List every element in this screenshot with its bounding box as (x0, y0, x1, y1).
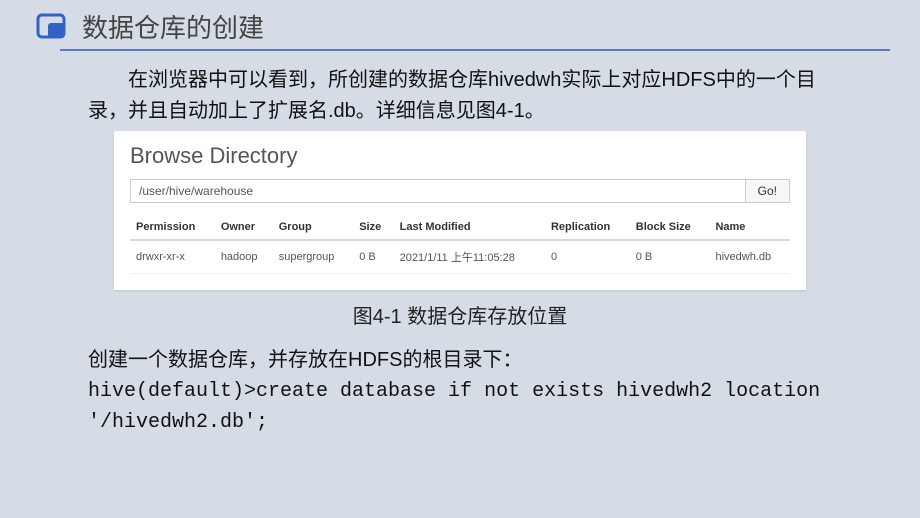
intro-paragraph: 在浏览器中可以看到，所创建的数据仓库hivedwh实际上对应HDFS中的一个目录… (24, 65, 896, 127)
cell-name-link[interactable]: hivedwh.db (709, 240, 790, 274)
cell-permission: drwxr-xr-x (130, 240, 215, 274)
table-header-row: Permission Owner Group Size Last Modifie… (130, 215, 790, 240)
cell-owner: hadoop (215, 240, 273, 274)
col-owner: Owner (215, 215, 273, 240)
create-db-intro: 创建一个数据仓库，并存放在HDFS的根目录下： (24, 345, 896, 376)
col-permission: Permission (130, 215, 215, 240)
go-button[interactable]: Go! (746, 179, 790, 203)
slide: 数据仓库的创建 在浏览器中可以看到，所创建的数据仓库hivedwh实际上对应HD… (0, 0, 920, 438)
title-row: 数据仓库的创建 (34, 8, 896, 45)
col-group: Group (273, 215, 353, 240)
figure-caption: 图4-1 数据仓库存放位置 (24, 300, 896, 329)
col-size: Size (353, 215, 393, 240)
cell-block-size: 0 B (630, 240, 710, 274)
cell-group: supergroup (273, 240, 353, 274)
hive-command: hive(default)>create database if not exi… (24, 376, 896, 438)
cell-size: 0 B (353, 240, 393, 274)
cell-last-modified: 2021/1/11 上午11:05:28 (394, 240, 545, 274)
path-input[interactable]: /user/hive/warehouse (130, 179, 746, 203)
browse-directory-panel: Browse Directory /user/hive/warehouse Go… (114, 131, 806, 290)
slide-title: 数据仓库的创建 (82, 8, 264, 45)
col-block-size: Block Size (630, 215, 710, 240)
path-row: /user/hive/warehouse Go! (130, 179, 790, 203)
figure-4-1: Browse Directory /user/hive/warehouse Go… (24, 131, 896, 290)
title-underline (60, 49, 890, 51)
col-replication: Replication (545, 215, 630, 240)
table-row: drwxr-xr-x hadoop supergroup 0 B 2021/1/… (130, 240, 790, 274)
col-last-modified: Last Modified (394, 215, 545, 240)
cell-replication: 0 (545, 240, 630, 274)
browse-directory-heading: Browse Directory (130, 143, 790, 169)
col-name: Name (709, 215, 790, 240)
folder-icon (34, 9, 70, 45)
directory-table: Permission Owner Group Size Last Modifie… (130, 215, 790, 274)
